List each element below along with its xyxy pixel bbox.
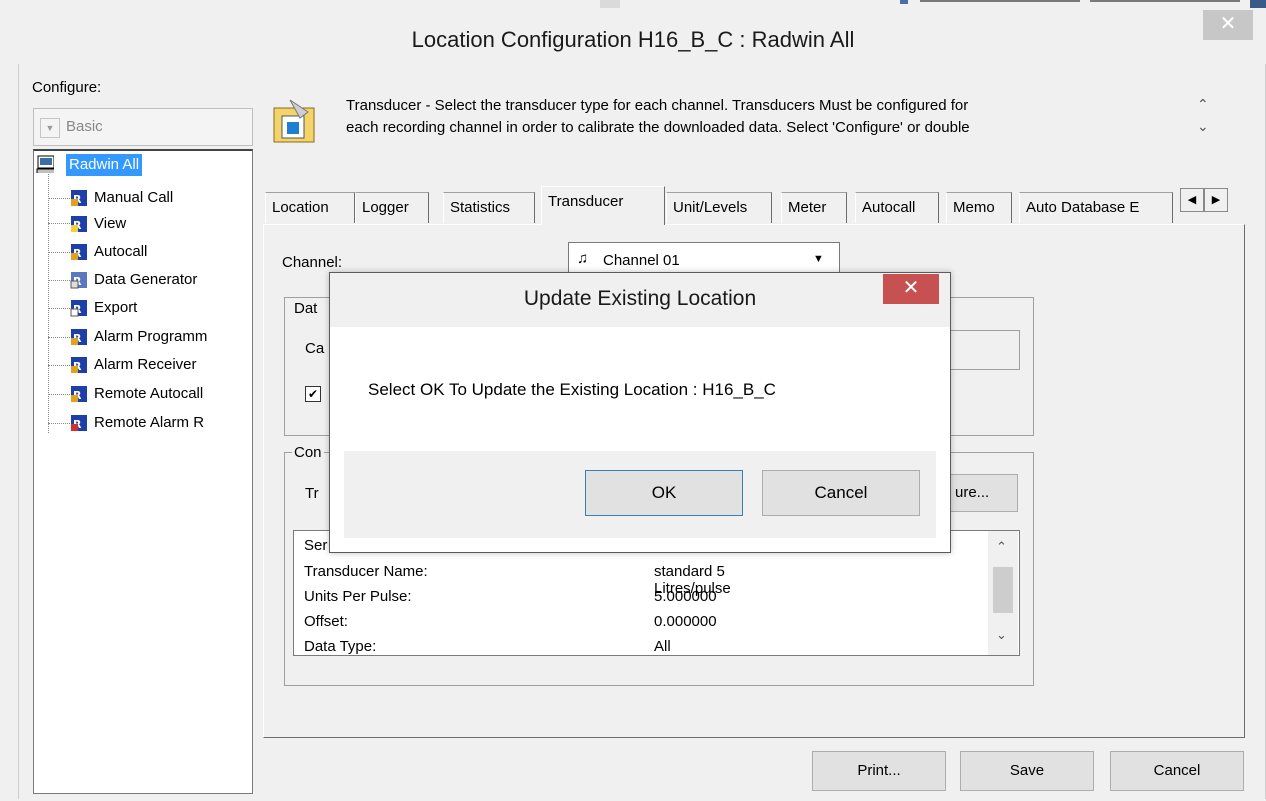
ok-button[interactable]: OK — [585, 470, 743, 516]
print-button[interactable]: Print... — [812, 751, 946, 791]
info-description: Transducer - Select the transducer type … — [346, 95, 1186, 139]
list-item: Data Type: All Data Values — [304, 638, 671, 655]
channel-label: Channel: — [282, 254, 343, 271]
radwin-autocall-icon: R — [71, 244, 87, 260]
tab-statistics[interactable]: Statistics — [443, 192, 535, 223]
scroll-down-icon[interactable]: ⌄ — [996, 627, 1007, 643]
list-item: Units Per Pulse: 5.000000 — [304, 588, 717, 610]
data-group-title: Dat — [292, 300, 320, 317]
info-scroll-down-icon[interactable]: ⌄ — [1197, 118, 1209, 135]
dialog-message: Select OK To Update the Existing Locatio… — [368, 380, 776, 399]
info-scroll-up-icon[interactable]: ⌃ — [1197, 96, 1209, 113]
tab-logger[interactable]: Logger — [355, 192, 429, 223]
window-close-button[interactable]: ✕ — [1203, 10, 1253, 40]
tree-connector — [48, 198, 70, 199]
radwin-alarm-program-icon: R — [71, 329, 87, 345]
scroll-up-icon[interactable]: ⌃ — [996, 539, 1007, 555]
chevron-down-icon[interactable]: ▼ — [40, 118, 60, 138]
tree-item-label: Data Generator — [94, 271, 198, 288]
radwin-alarm-receiver-icon: R — [71, 357, 87, 373]
data-group-label: Ca — [305, 340, 325, 357]
tree-item-label: Alarm Receiver — [94, 356, 197, 373]
info-line: each recording channel in order to calib… — [346, 119, 970, 136]
channel-select[interactable]: ♫ Channel 01 ▼ — [568, 242, 840, 276]
transducer-label: Tr — [305, 485, 319, 502]
tab-location[interactable]: Location — [265, 192, 355, 223]
radwin-data-generator-icon: R — [70, 272, 87, 289]
computer-icon — [36, 155, 54, 173]
tree-item-label: Remote Alarm R — [94, 414, 205, 431]
tree-connector — [48, 223, 70, 224]
detail-value: All Data Values — [654, 638, 671, 655]
configure-mode-value: Basic — [66, 118, 103, 135]
tab-meter[interactable]: Meter — [781, 192, 847, 223]
list-item: Ser — [304, 537, 327, 559]
clipboard-icon — [273, 99, 315, 143]
tab-auto-database[interactable]: Auto Database E — [1019, 192, 1173, 223]
chevron-down-icon[interactable]: ▼ — [813, 253, 824, 265]
cancel-button[interactable]: Cancel — [1110, 751, 1244, 791]
tab-memo[interactable]: Memo — [946, 192, 1012, 223]
scroll-left-icon[interactable]: ◀ — [1180, 188, 1204, 212]
dialog-title: Update Existing Location — [523, 287, 757, 310]
bell-icon: ♫ — [577, 250, 589, 267]
list-scrollbar[interactable]: ⌃ ⌄ — [988, 531, 1018, 655]
radwin-export-icon: R — [70, 300, 87, 317]
configure-tree[interactable]: Radwin All R Manual Call R View R Autoca… — [33, 149, 253, 794]
configure-label: Configure: — [32, 79, 102, 96]
tree-item-label: Autocall — [94, 243, 148, 260]
config-group-title: Con — [292, 444, 324, 461]
list-item: Offset: 0.000000 — [304, 613, 717, 635]
scrollbar-thumb[interactable] — [993, 567, 1013, 613]
tab-unit-levels[interactable]: Unit/Levels — [666, 192, 772, 223]
configure-mode-combo[interactable]: ▼ Basic — [33, 108, 253, 146]
tree-item-label: View — [94, 215, 127, 232]
radwin-manual-call-icon: R — [71, 190, 87, 206]
window-title: Location Configuration H16_B_C : Radwin … — [411, 27, 855, 52]
detail-label: Offset: — [304, 613, 348, 630]
detail-label: Ser — [304, 537, 328, 554]
tree-connector — [48, 394, 70, 395]
tree-connector — [48, 423, 70, 424]
configure-button-label: ure... — [955, 484, 990, 501]
detail-label: Units Per Pulse: — [304, 588, 412, 605]
dialog-cancel-button[interactable]: Cancel — [762, 470, 920, 516]
tree-item-label: Manual Call — [94, 189, 174, 206]
tree-connector — [48, 280, 70, 281]
dialog-footer: OK Cancel — [344, 451, 936, 538]
info-line: Transducer - Select the transducer type … — [346, 97, 969, 114]
dialog-close-button[interactable]: ✕ — [883, 274, 939, 304]
dialog-body: Select OK To Update the Existing Locatio… — [344, 327, 936, 451]
main-window: Location Configuration H16_B_C : Radwin … — [0, 0, 1266, 801]
tab-scroller: ◀ ▶ — [1180, 188, 1230, 212]
background-window-strip — [600, 0, 1266, 8]
tree-item-label: Alarm Programm — [94, 328, 208, 345]
radwin-remote-autocall-icon: R — [71, 386, 87, 402]
tree-root-label: Radwin All — [66, 154, 143, 176]
update-location-dialog: Update Existing Location ✕ Select OK To … — [329, 272, 951, 553]
radwin-view-icon: R — [71, 216, 87, 232]
tree-item-label: Export — [94, 299, 138, 316]
tree-connector — [48, 308, 70, 309]
detail-label: Data Type: — [304, 638, 377, 655]
tree-connector — [48, 337, 70, 338]
save-button[interactable]: Save — [960, 751, 1094, 791]
data-field[interactable] — [948, 330, 1020, 370]
tab-autocall[interactable]: Autocall — [855, 192, 939, 223]
detail-value: 0.000000 — [654, 613, 717, 630]
detail-value: 5.000000 — [654, 588, 717, 605]
detail-label: Transducer Name: — [304, 563, 428, 580]
tab-transducer[interactable]: Transducer — [541, 186, 665, 225]
tree-connector — [48, 252, 70, 253]
tree-connector — [48, 365, 70, 366]
scroll-right-icon[interactable]: ▶ — [1204, 188, 1228, 212]
tree-item-label: Remote Autocall — [94, 385, 204, 402]
data-checkbox[interactable]: ✔ — [305, 386, 321, 402]
radwin-remote-alarm-icon: R — [71, 415, 87, 431]
list-item: Transducer Name: standard 5 Litres/pulse — [304, 563, 731, 597]
channel-value: Channel 01 — [603, 252, 680, 269]
